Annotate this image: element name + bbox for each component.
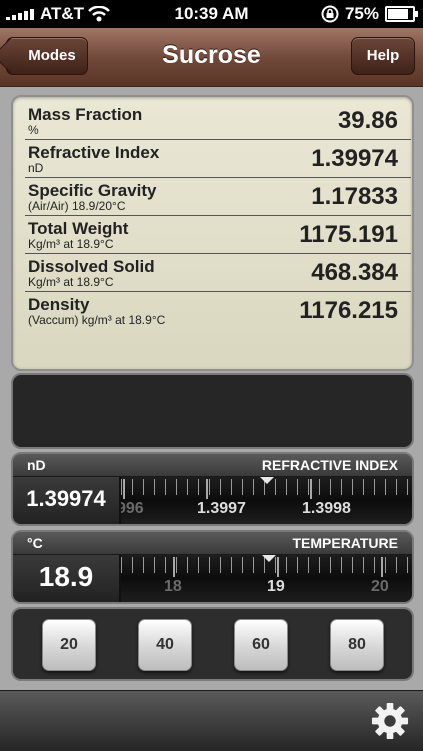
readout-unit: nD	[28, 161, 44, 175]
readout-label: Mass Fraction	[28, 105, 143, 124]
modes-button-label: Modes	[28, 47, 76, 64]
preset-panel: 20 40 60 80	[11, 607, 414, 681]
scale-label: 18	[164, 578, 182, 595]
preset-80-button[interactable]: 80	[330, 619, 384, 671]
readout-row-total-weight: Total Weight Kg/m³ at 18.9°C 1175.191	[25, 215, 411, 254]
refractive-index-value: 1.39974	[13, 477, 121, 524]
battery-icon	[385, 6, 418, 22]
preset-60-button[interactable]: 60	[234, 619, 288, 671]
slider-value: 1.39974	[26, 486, 106, 511]
readout-label: Dissolved Solid	[28, 257, 155, 276]
slider-value: 18.9	[38, 561, 94, 592]
readout-unit: Kg/m³ at 18.9°C	[28, 237, 114, 251]
refractive-index-scale[interactable]: 996 1.3997 1.3998	[121, 477, 412, 524]
readout-label: Refractive Index	[28, 143, 160, 162]
scale-label: 996	[121, 500, 144, 517]
readout-panel: Mass Fraction % 39.86 Refractive Index n…	[11, 95, 414, 371]
temperature-value: 18.9	[13, 555, 121, 602]
refractive-index-slider: nD REFRACTIVE INDEX 1.39974 996 1.3997 1…	[11, 452, 414, 526]
readout-row-refractive-index: Refractive Index nD 1.39974	[25, 139, 411, 178]
readout-value: 1.17833	[311, 183, 398, 210]
readout-value: 1176.215	[299, 297, 398, 324]
scale-pointer-icon	[261, 555, 277, 562]
readout-value: 468.384	[311, 259, 398, 286]
readout-label: Specific Gravity	[28, 181, 157, 200]
readout-unit: %	[28, 123, 39, 137]
readout-unit: (Vaccum) kg/m³ at 18.9°C	[28, 313, 166, 327]
nav-bar: Modes Sucrose Help	[0, 28, 423, 87]
readout-label: Total Weight	[28, 219, 129, 238]
bottom-toolbar	[0, 690, 423, 751]
temperature-scale[interactable]: 18 19 20	[121, 555, 412, 602]
readout-unit: (Air/Air) 18.9/20°C	[28, 199, 126, 213]
readout-label: Density	[28, 295, 90, 314]
readout-row-dissolved-solid: Dissolved Solid Kg/m³ at 18.9°C 468.384	[25, 253, 411, 292]
preset-20-button[interactable]: 20	[42, 619, 96, 671]
scale-pointer-icon	[259, 477, 275, 484]
rotation-lock-icon	[321, 5, 339, 23]
help-button[interactable]: Help	[351, 37, 415, 75]
gear-icon[interactable]	[371, 702, 409, 740]
readout-row-specific-gravity: Specific Gravity (Air/Air) 18.9/20°C 1.1…	[25, 177, 411, 216]
readout-value: 1175.191	[299, 221, 398, 248]
readout-value: 1.39974	[311, 145, 398, 172]
temperature-slider: °C TEMPERATURE 18.9 18 19 20	[11, 530, 414, 604]
slider-unit: °C	[27, 535, 43, 551]
slider-header: °C TEMPERATURE	[13, 532, 412, 555]
scale-label: 19	[267, 578, 285, 595]
battery-percent: 75%	[344, 4, 379, 23]
slider-header: nD REFRACTIVE INDEX	[13, 454, 412, 477]
slider-title: TEMPERATURE	[292, 535, 398, 551]
preset-40-button[interactable]: 40	[138, 619, 192, 671]
readout-unit: Kg/m³ at 18.9°C	[28, 275, 114, 289]
readout-value: 39.86	[337, 107, 398, 134]
message-area	[11, 373, 414, 449]
slider-title: REFRACTIVE INDEX	[261, 457, 398, 473]
readout-row-density: Density (Vaccum) kg/m³ at 18.9°C 1176.21…	[25, 291, 411, 329]
scale-label: 1.3998	[302, 500, 351, 517]
readout-row-mass-fraction: Mass Fraction % 39.86	[25, 101, 411, 140]
slider-unit: nD	[27, 457, 46, 473]
scale-label: 1.3997	[197, 500, 246, 517]
status-bar: AT&T 10:39 AM 75%	[0, 0, 423, 28]
scale-label: 20	[371, 578, 389, 595]
